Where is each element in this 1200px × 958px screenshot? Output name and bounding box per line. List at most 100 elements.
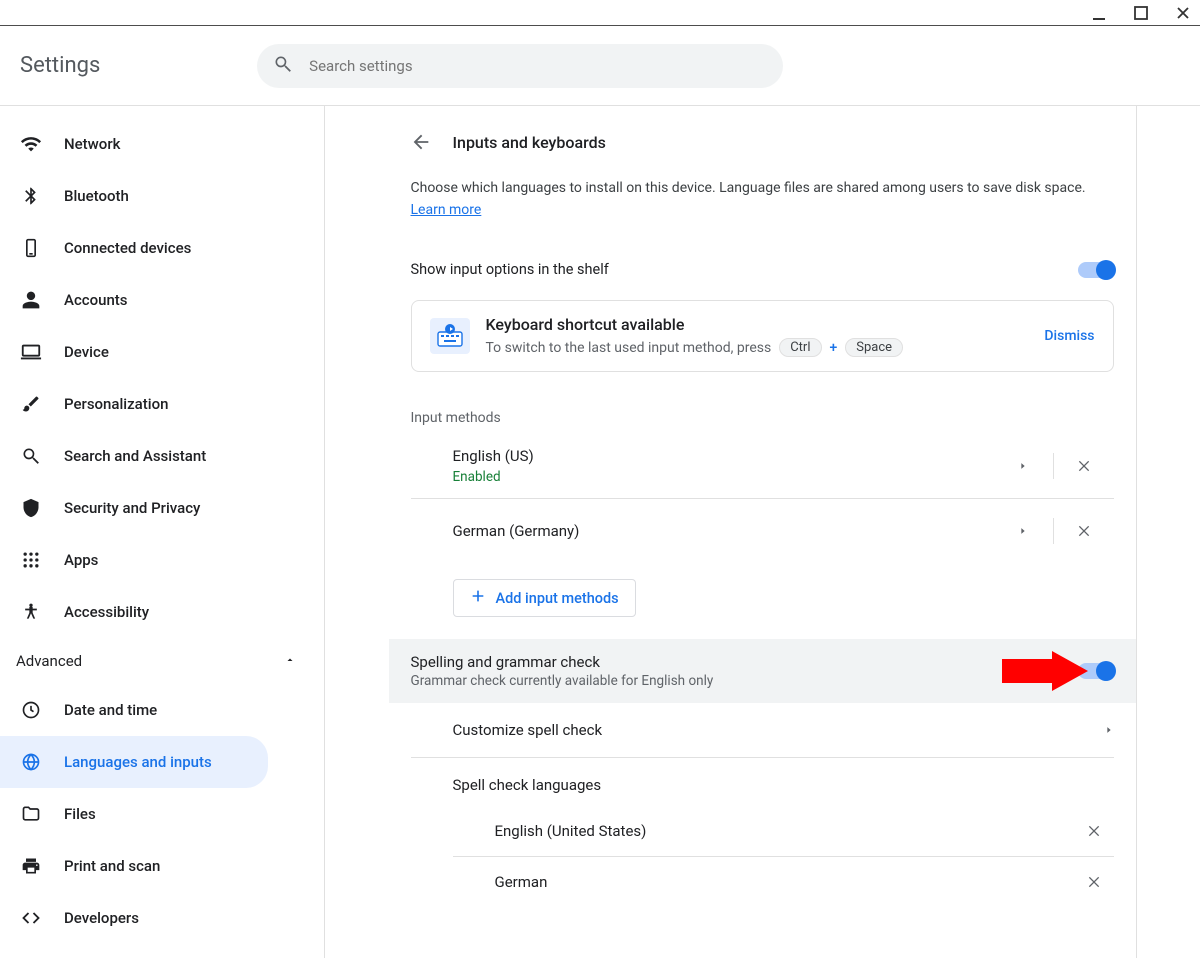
sidebar-item-label: Personalization — [64, 395, 168, 413]
sidebar-item-security-privacy[interactable]: Security and Privacy — [0, 482, 324, 534]
key-plus: + — [830, 340, 838, 356]
customize-spell-check-row[interactable]: Customize spell check — [411, 703, 1114, 758]
spelling-grammar-row: Spelling and grammar check Grammar check… — [389, 639, 1136, 703]
keyboard-shortcut-card: Keyboard shortcut available To switch to… — [411, 300, 1114, 372]
shelf-toggle[interactable] — [1078, 262, 1114, 278]
wifi-icon — [20, 133, 42, 155]
sidebar-item-files[interactable]: Files — [0, 788, 324, 840]
sidebar-item-label: Apps — [64, 551, 98, 569]
search-icon — [273, 54, 293, 78]
sidebar-item-label: Files — [64, 805, 96, 823]
maximize-button[interactable] — [1134, 6, 1148, 20]
sidebar-item-network[interactable]: Network — [0, 118, 324, 170]
sidebar-item-label: Device — [64, 343, 109, 361]
dismiss-button[interactable]: Dismiss — [1044, 328, 1094, 344]
intro-body: Choose which languages to install on thi… — [411, 180, 1086, 196]
input-method-row[interactable]: German (Germany) — [411, 499, 1114, 563]
expand-input-method[interactable] — [993, 446, 1053, 486]
clock-icon — [20, 699, 42, 721]
apps-icon — [20, 549, 42, 571]
folder-icon — [20, 803, 42, 825]
page-title: Inputs and keyboards — [453, 133, 606, 152]
sidebar-item-label: Accessibility — [64, 603, 149, 621]
sidebar-item-personalization[interactable]: Personalization — [0, 378, 324, 430]
input-method-name: German (Germany) — [453, 522, 993, 540]
sidebar-item-label: Print and scan — [64, 857, 160, 875]
sidebar-item-languages-inputs[interactable]: Languages and inputs — [0, 736, 268, 788]
person-icon — [20, 289, 42, 311]
globe-icon — [20, 751, 42, 773]
bluetooth-icon — [20, 185, 42, 207]
accessibility-icon — [20, 601, 42, 623]
advanced-toggle[interactable]: Advanced — [0, 638, 324, 684]
topbar: Settings — [0, 26, 1200, 106]
kb-card-desc: To switch to the last used input method,… — [486, 340, 772, 356]
row-shelf-input: Show input options in the shelf — [389, 247, 1136, 292]
input-method-status: Enabled — [453, 469, 993, 485]
spell-check-toggle[interactable] — [1078, 663, 1114, 679]
spell-langs-label: Spell check languages — [411, 758, 1114, 806]
sidebar-item-accounts[interactable]: Accounts — [0, 274, 324, 326]
chevron-right-icon — [1104, 721, 1114, 739]
sidebar-item-bluetooth[interactable]: Bluetooth — [0, 170, 324, 222]
spell-lang-row: German — [453, 857, 1114, 907]
spell-lang-row: English (United States) — [453, 806, 1114, 857]
close-button[interactable] — [1176, 6, 1190, 20]
spell-title: Spelling and grammar check — [411, 653, 714, 671]
sidebar-item-device[interactable]: Device — [0, 326, 324, 378]
sidebar-item-date-time[interactable]: Date and time — [0, 684, 324, 736]
callout-arrow-icon — [1002, 651, 1088, 695]
content-panel: Inputs and keyboards Choose which langua… — [389, 106, 1137, 958]
remove-spell-lang[interactable] — [1074, 823, 1114, 839]
sidebar-item-label: Developers — [64, 909, 139, 927]
input-method-name: English (US) — [453, 447, 993, 465]
app-title: Settings — [0, 53, 100, 78]
printer-icon — [20, 855, 42, 877]
add-label: Add input methods — [496, 590, 619, 607]
brush-icon — [20, 393, 42, 415]
sidebar-item-label: Network — [64, 135, 120, 153]
row-label: Show input options in the shelf — [411, 261, 609, 278]
spell-lang-name: English (United States) — [495, 822, 647, 840]
input-methods-label: Input methods — [389, 380, 1136, 434]
spell-lang-name: German — [495, 873, 548, 891]
remove-input-method[interactable] — [1054, 446, 1114, 486]
spell-sub: Grammar check currently available for En… — [411, 673, 714, 689]
shield-icon — [20, 497, 42, 519]
sidebar-item-label: Connected devices — [64, 239, 191, 257]
search-field[interactable] — [257, 44, 783, 88]
keyboard-icon — [430, 318, 470, 354]
kb-card-title: Keyboard shortcut available — [486, 315, 1029, 334]
search-icon — [20, 445, 42, 467]
sidebar-item-connected-devices[interactable]: Connected devices — [0, 222, 324, 274]
intro-text: Choose which languages to install on thi… — [389, 168, 1136, 247]
sidebar-item-label: Security and Privacy — [64, 499, 200, 517]
input-method-row[interactable]: English (US) Enabled — [411, 434, 1114, 499]
sidebar-item-print-scan[interactable]: Print and scan — [0, 840, 324, 892]
page-header: Inputs and keyboards — [389, 106, 1136, 168]
sidebar-item-accessibility[interactable]: Accessibility — [0, 586, 324, 638]
search-input[interactable] — [309, 57, 767, 75]
expand-input-method[interactable] — [993, 511, 1053, 551]
phone-icon — [20, 237, 42, 259]
sidebar: Network Bluetooth Connected devices Acco… — [0, 106, 325, 958]
sidebar-item-label: Search and Assistant — [64, 447, 206, 465]
sidebar-item-developers[interactable]: Developers — [0, 892, 324, 944]
window-titlebar — [0, 0, 1200, 26]
sidebar-item-label: Bluetooth — [64, 187, 129, 205]
customize-label: Customize spell check — [453, 721, 603, 739]
sidebar-item-label: Accounts — [64, 291, 128, 309]
sidebar-item-search-assistant[interactable]: Search and Assistant — [0, 430, 324, 482]
code-icon — [20, 907, 42, 929]
key-space: Space — [845, 338, 903, 357]
chevron-up-icon — [284, 652, 296, 670]
back-button[interactable] — [407, 128, 435, 156]
advanced-label: Advanced — [16, 652, 82, 670]
add-input-methods-button[interactable]: Add input methods — [453, 579, 636, 617]
learn-more-link[interactable]: Learn more — [411, 202, 482, 218]
remove-input-method[interactable] — [1054, 511, 1114, 551]
remove-spell-lang[interactable] — [1074, 874, 1114, 890]
sidebar-item-apps[interactable]: Apps — [0, 534, 324, 586]
sidebar-item-label: Languages and inputs — [64, 753, 212, 771]
minimize-button[interactable] — [1092, 6, 1106, 20]
